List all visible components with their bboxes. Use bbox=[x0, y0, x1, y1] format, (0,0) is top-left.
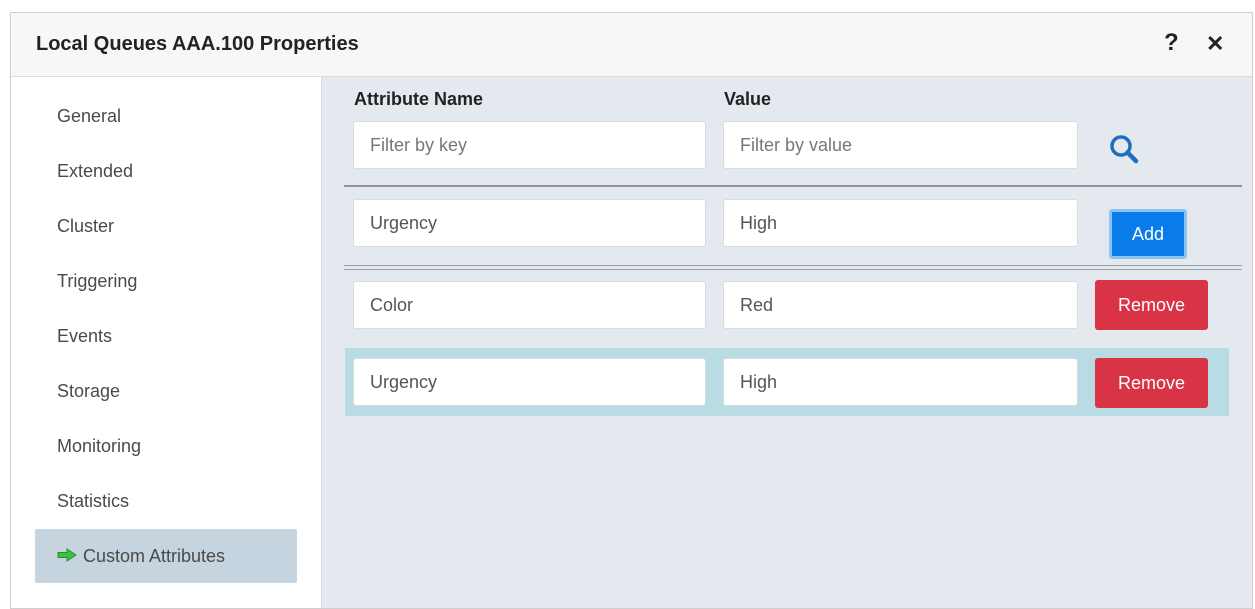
custom-attributes-panel: Attribute Name Value Add Remove Remove bbox=[322, 77, 1252, 608]
new-attribute-value-input[interactable] bbox=[723, 199, 1078, 247]
sidebar-item-label: Events bbox=[57, 326, 113, 346]
dialog-title: Local Queues AAA.100 Properties bbox=[36, 33, 359, 55]
sidebar-item-storage[interactable]: Storage bbox=[35, 364, 297, 418]
sidebar-nav: General Extended Cluster Triggering Even… bbox=[11, 77, 322, 608]
sidebar-item-label: Statistics bbox=[57, 491, 130, 511]
sidebar-item-triggering[interactable]: Triggering bbox=[35, 254, 297, 308]
attribute-value-input[interactable] bbox=[723, 358, 1078, 406]
attribute-name-input[interactable] bbox=[353, 358, 706, 406]
remove-button[interactable]: Remove bbox=[1095, 280, 1208, 330]
sidebar-item-extended[interactable]: Extended bbox=[35, 144, 297, 198]
search-icon[interactable] bbox=[1108, 133, 1140, 165]
sidebar-item-label: Monitoring bbox=[57, 436, 142, 456]
attribute-name-header: Attribute Name bbox=[354, 89, 484, 109]
sidebar-item-label: General bbox=[57, 106, 122, 126]
properties-dialog: Local Queues AAA.100 Properties ? ✕ Gene… bbox=[10, 12, 1253, 609]
sidebar-item-cluster[interactable]: Cluster bbox=[35, 199, 297, 253]
value-header: Value bbox=[724, 89, 772, 109]
sidebar-item-general[interactable]: General bbox=[35, 89, 297, 143]
divider bbox=[344, 265, 1242, 266]
sidebar-item-monitoring[interactable]: Monitoring bbox=[35, 419, 297, 473]
close-icon[interactable]: ✕ bbox=[1206, 31, 1224, 57]
arrow-right-icon bbox=[57, 548, 77, 563]
sidebar-item-events[interactable]: Events bbox=[35, 309, 297, 363]
sidebar-item-label: Triggering bbox=[57, 271, 138, 291]
remove-button[interactable]: Remove bbox=[1095, 358, 1208, 408]
divider bbox=[344, 269, 1242, 270]
sidebar-item-label: Extended bbox=[57, 161, 134, 181]
new-attribute-name-input[interactable] bbox=[353, 199, 706, 247]
sidebar-item-label: Cluster bbox=[57, 216, 115, 236]
divider bbox=[344, 185, 1242, 187]
attribute-name-input[interactable] bbox=[353, 281, 706, 329]
attribute-value-input[interactable] bbox=[723, 281, 1078, 329]
sidebar-item-statistics[interactable]: Statistics bbox=[35, 474, 297, 528]
help-icon[interactable]: ? bbox=[1164, 29, 1179, 57]
add-button[interactable]: Add bbox=[1109, 209, 1187, 259]
sidebar-item-custom-attributes[interactable]: Custom Attributes bbox=[35, 529, 297, 583]
sidebar-item-label: Storage bbox=[57, 381, 121, 401]
filter-key-input[interactable] bbox=[353, 121, 706, 169]
filter-value-input[interactable] bbox=[723, 121, 1078, 169]
dialog-titlebar: Local Queues AAA.100 Properties ? ✕ bbox=[11, 13, 1252, 77]
sidebar-item-label: Custom Attributes bbox=[83, 546, 226, 566]
